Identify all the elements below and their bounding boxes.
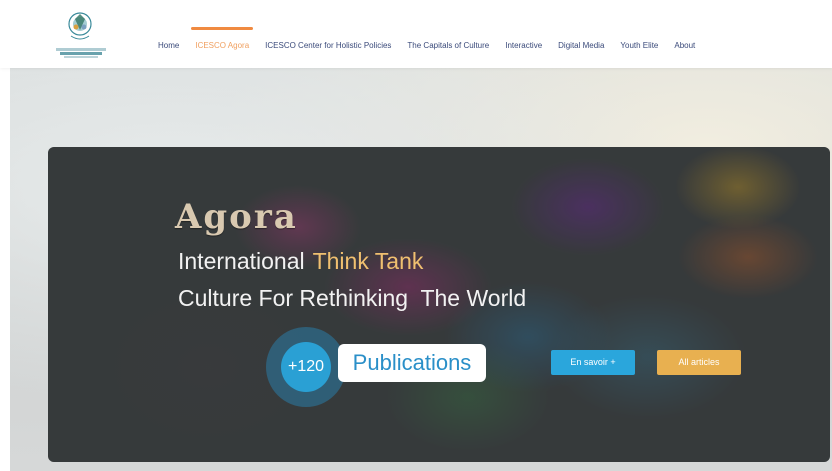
agora-banner: Agora International Think Tank Culture Fo… <box>48 147 830 462</box>
nav-item-center-holistic-policies[interactable]: ICESCO Center for Holistic Policies <box>257 41 399 50</box>
publications-label: Publications <box>338 344 486 382</box>
tagline-line-2: Culture For Rethinking The World <box>178 285 527 311</box>
all-articles-button[interactable]: All articles <box>657 350 741 375</box>
nav-item-interactive[interactable]: Interactive <box>497 41 550 50</box>
nav-item-about[interactable]: About <box>666 41 703 50</box>
nav-item-digital-media[interactable]: Digital Media <box>550 41 612 50</box>
nav-item-capitals-of-culture[interactable]: The Capitals of Culture <box>399 41 497 50</box>
site-header: Home ICESCO Agora ICESCO Center for Holi… <box>0 0 832 68</box>
tagline-international: International <box>178 248 305 274</box>
nav-item-home[interactable]: Home <box>150 41 187 50</box>
icesco-logo-icon <box>68 12 92 40</box>
logo-wordmark <box>50 48 112 58</box>
main-nav: Home ICESCO Agora ICESCO Center for Holi… <box>150 26 703 56</box>
publications-counter: +120 <box>281 342 331 392</box>
learn-more-button[interactable]: En savoir + <box>551 350 635 375</box>
agora-title: Agora <box>175 197 298 237</box>
tagline-line-1: International Think Tank <box>178 248 423 275</box>
tagline-think-tank: Think Tank <box>312 248 424 274</box>
page: Home ICESCO Agora ICESCO Center for Holi… <box>0 0 832 471</box>
nav-item-youth-elite[interactable]: Youth Elite <box>612 41 666 50</box>
nav-item-icesco-agora[interactable]: ICESCO Agora <box>187 26 257 50</box>
site-logo[interactable] <box>50 10 112 62</box>
